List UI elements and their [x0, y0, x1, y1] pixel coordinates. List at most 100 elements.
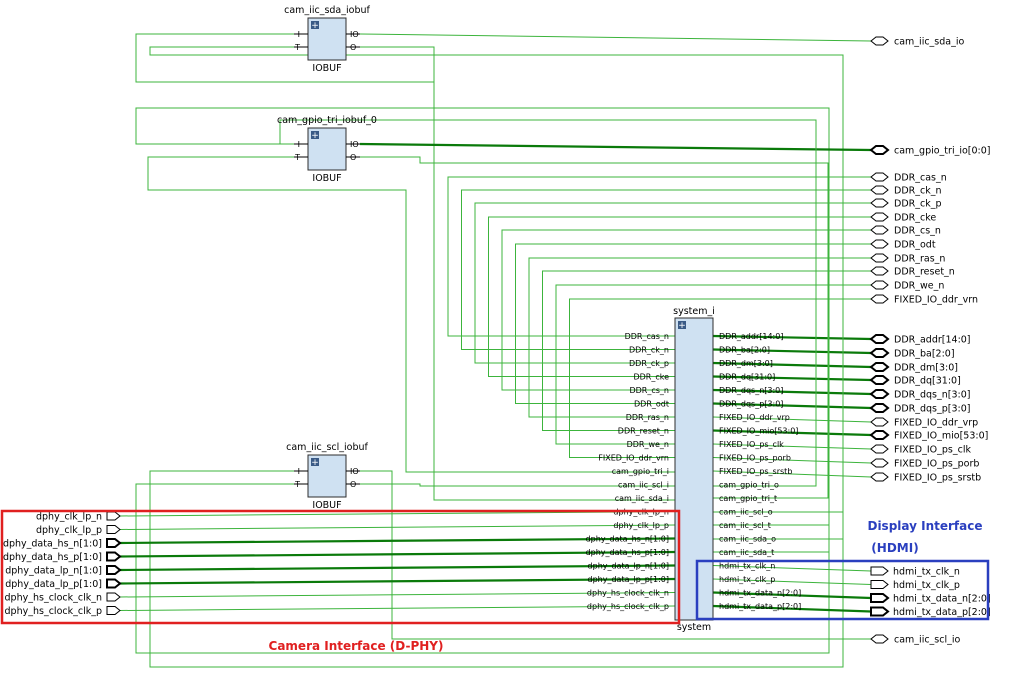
port-ddr-odt-port-icon[interactable]	[870, 239, 889, 249]
port-ddr-addr-14-0--port-icon[interactable]	[869, 334, 890, 344]
port-ddr-cke-port-icon[interactable]	[870, 212, 889, 222]
port-dphy-hs-clock-clk-n-port-icon[interactable]	[106, 592, 121, 602]
wire-ddr-ck-n	[461, 189, 871, 350]
port-hdmi-tx-data-p-2-0--port-icon[interactable]	[870, 606, 890, 617]
port-dphy-data-hs-p-1-0--port-icon[interactable]	[106, 551, 122, 562]
port-cam-iic-scl-io-port-icon[interactable]	[870, 634, 889, 644]
system-pin-ddr-ck-n: DDR_ck_n	[629, 346, 669, 355]
port-fixed-io-mio-53-0--port-icon[interactable]	[869, 430, 890, 440]
port-ddr-we-n-label: DDR_we_n	[894, 281, 944, 292]
port-hdmi-tx-clk-n-port-icon[interactable]	[870, 566, 889, 576]
pin-t: T	[294, 480, 300, 489]
port-fixed-io-ps-clk-label: FIXED_IO_ps_clk	[894, 445, 971, 456]
system-pin-dphy-data-hs-n-1-0-: dphy_data_hs_n[1:0]	[586, 535, 669, 544]
port-ddr-ck-p-label: DDR_ck_p	[894, 199, 942, 210]
port-ddr-dqs-p-3-0--label: DDR_dqs_p[3:0]	[894, 404, 970, 415]
port-fixed-io-ps-clk-port-icon[interactable]	[870, 444, 889, 454]
system-pin-cam-gpio-tri-i: cam_gpio_tri_i	[612, 467, 669, 476]
pin-t: T	[294, 43, 300, 52]
system-pin-cam-iic-scl-o: cam_iic_scl_o	[719, 508, 773, 517]
port-ddr-dq-31-0--port-icon[interactable]	[869, 375, 890, 385]
wire-cam-gpio-tri-io	[359, 142, 872, 152]
port-ddr-cke-label: DDR_cke	[894, 213, 936, 224]
port-ddr-cas-n-label: DDR_cas_n	[894, 173, 947, 184]
port-ddr-ras-n-label: DDR_ras_n	[894, 254, 945, 265]
port-dphy-data-lp-p-1-0--port-icon[interactable]	[106, 578, 122, 589]
port-ddr-dm-3-0--label: DDR_dm[3:0]	[894, 363, 958, 374]
port-fixed-io-ps-srstb-label: FIXED_IO_ps_srstb	[894, 473, 981, 484]
port-fixed-io-ddr-vrn-port-icon[interactable]	[870, 294, 889, 304]
wire-cam-iic-sda-io	[359, 33, 872, 42]
port-dphy-data-lp-n-1-0--label: dphy_data_lp_n[1:0]	[5, 566, 102, 577]
system-pin-cam-iic-scl-t: cam_iic_scl_t	[719, 521, 771, 530]
system-pin-dphy-clk-lp-p: dphy_clk_lp_p	[613, 521, 669, 530]
iobuf-cam-iic-sda-iobuf-type: IOBUF	[312, 63, 341, 74]
system-pin-hdmi-tx-clk-n: hdmi_tx_clk_n	[719, 562, 775, 571]
system-pin-dphy-hs-clock-clk-p: dphy_hs_clock_clk_p	[587, 602, 669, 611]
port-dphy-data-hs-n-1-0--port-icon[interactable]	[106, 538, 122, 548]
system-pin-hdmi-tx-clk-p: hdmi_tx_clk_p	[719, 575, 775, 584]
port-ddr-addr-14-0--label: DDR_addr[14:0]	[894, 335, 971, 346]
iobuf-cam-gpio-tri-iobuf-0-type: IOBUF	[312, 173, 341, 184]
port-ddr-ck-p-port-icon[interactable]	[870, 198, 889, 208]
port-ddr-dqs-n-3-0--port-icon[interactable]	[869, 389, 890, 399]
port-dphy-hs-clock-clk-n-label: dphy_hs_clock_clk_n	[5, 593, 102, 604]
port-fixed-io-ps-porb-port-icon[interactable]	[870, 458, 889, 468]
port-dphy-clk-lp-p-port-icon[interactable]	[106, 525, 121, 534]
port-ddr-ck-n-label: DDR_ck_n	[894, 186, 941, 197]
port-ddr-we-n-port-icon[interactable]	[870, 280, 889, 290]
port-ddr-cas-n-port-icon[interactable]	[870, 172, 889, 182]
port-ddr-reset-n-port-icon[interactable]	[870, 266, 889, 276]
port-cam-iic-sda-io-port-icon[interactable]	[870, 36, 889, 46]
system-pin-ddr-dqs-p-3-0-: DDR_dqs_p[3:0]	[719, 400, 783, 409]
port-dphy-data-lp-p-1-0--label: dphy_data_lp_p[1:0]	[5, 579, 102, 590]
system-pin-cam-iic-sda-i: cam_iic_sda_i	[615, 494, 669, 503]
port-dphy-hs-clock-clk-p-port-icon[interactable]	[106, 606, 121, 615]
system-pin-fixed-io-mio-53-0-: FIXED_IO_mio[53:0]	[719, 427, 798, 436]
port-ddr-ras-n-port-icon[interactable]	[870, 253, 889, 263]
port-dphy-data-lp-n-1-0--port-icon[interactable]	[106, 565, 122, 575]
pin-i: I	[298, 30, 300, 39]
port-fixed-io-ddr-vrp-label: FIXED_IO_ddr_vrp	[894, 418, 978, 429]
system-block[interactable]	[674, 317, 714, 621]
system-pin-cam-gpio-tri-o: cam_gpio_tri_o	[719, 481, 779, 490]
port-ddr-ba-2-0--port-icon[interactable]	[869, 348, 890, 358]
system-pin-ddr-cke: DDR_cke	[633, 373, 669, 382]
system-pin-dphy-data-lp-p-1-0-: dphy_data_lp_p[1:0]	[588, 575, 669, 584]
wire-ddr-cas-n	[447, 176, 871, 337]
port-fixed-io-ddr-vrp-port-icon[interactable]	[870, 417, 889, 427]
display-interface-title: Display Interface	[867, 519, 982, 533]
pin-io: IO	[350, 467, 359, 476]
port-fixed-io-ps-porb-label: FIXED_IO_ps_porb	[894, 459, 979, 470]
port-dphy-clk-lp-p-label: dphy_clk_lp_p	[36, 525, 102, 536]
block-diagram: cam_iic_sda_iobuf+IOBUFITIOOcam_gpio_tri…	[0, 5, 991, 668]
port-ddr-reset-n-label: DDR_reset_n	[894, 267, 955, 278]
port-ddr-odt-label: DDR_odt	[894, 240, 936, 251]
system-pin-fixed-io-ps-clk: FIXED_IO_ps_clk	[719, 440, 784, 449]
port-dphy-hs-clock-clk-p-label: dphy_hs_clock_clk_p	[5, 606, 102, 617]
port-hdmi-tx-data-n-2-0--port-icon[interactable]	[870, 593, 890, 603]
system-pin-dphy-hs-clock-clk-n: dphy_hs_clock_clk_n	[587, 589, 669, 598]
system-pin-fixed-io-ddr-vrn: FIXED_IO_ddr_vrn	[598, 454, 669, 463]
iobuf-cam-iic-scl-iobuf-type: IOBUF	[312, 500, 341, 511]
port-dphy-clk-lp-n-port-icon[interactable]	[106, 511, 121, 521]
port-fixed-io-ps-srstb-port-icon[interactable]	[870, 472, 889, 482]
display-interface-subtitle: (HDMI)	[871, 541, 918, 555]
system-pin-cam-iic-sda-o: cam_iic_sda_o	[719, 535, 776, 544]
port-cam-gpio-tri-io-0-0--port-icon[interactable]	[869, 145, 890, 155]
port-hdmi-tx-clk-n-label: hdmi_tx_clk_n	[893, 567, 960, 578]
port-ddr-dqs-p-3-0--port-icon[interactable]	[869, 403, 890, 413]
system-pin-ddr-dqs-n-3-0-: DDR_dqs_n[3:0]	[719, 386, 783, 395]
system-pin-ddr-cs-n: DDR_cs_n	[629, 386, 669, 395]
port-fixed-io-mio-53-0--label: FIXED_IO_mio[53:0]	[894, 431, 988, 442]
pin-o: O	[350, 43, 356, 52]
port-hdmi-tx-clk-p-port-icon[interactable]	[870, 580, 889, 589]
port-hdmi-tx-data-n-2-0--label: hdmi_tx_data_n[2:0]	[893, 594, 991, 605]
wire-sda-i-stub	[135, 33, 294, 41]
port-ddr-dm-3-0--port-icon[interactable]	[869, 362, 890, 372]
camera-interface-title: Camera Interface (D-PHY)	[269, 639, 444, 653]
port-ddr-ck-n-port-icon[interactable]	[870, 185, 889, 195]
wire-cam-gpio-tri-i	[147, 156, 675, 473]
port-ddr-dqs-n-3-0--label: DDR_dqs_n[3:0]	[894, 390, 970, 401]
port-ddr-cs-n-port-icon[interactable]	[870, 225, 889, 235]
